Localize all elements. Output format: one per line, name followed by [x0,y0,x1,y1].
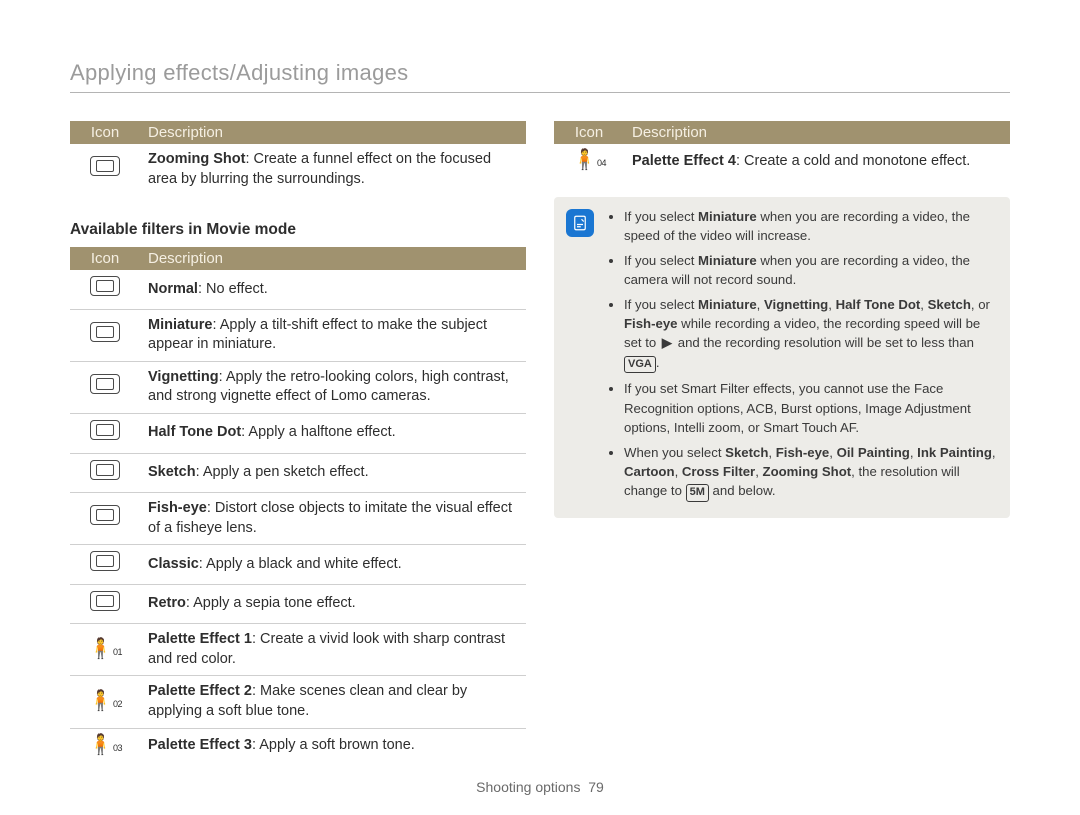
row-icon-cell [70,413,140,453]
row-icon-cell [70,584,140,624]
note-item: If you select Miniature when you are rec… [624,207,996,245]
th-desc: Description [140,247,526,270]
vga-icon: VGA [624,356,656,374]
halftone-icon [90,420,120,440]
row-icon-cell: 🧍04 [554,144,624,179]
row-icon-cell [70,545,140,585]
section-title: Applying effects/Adjusting images [70,60,1010,93]
table-row: 🧍04 Palette Effect 4: Create a cold and m… [554,144,1010,179]
row-desc-cell: Fish-eye: Distort close objects to imita… [140,493,526,545]
page-footer: Shooting options 79 [0,779,1080,795]
movie-filters-table: Icon Description Normal: No effect.Minia… [70,247,526,763]
row-desc-cell: Normal: No effect. [140,270,526,309]
normal-off-icon [90,276,120,296]
note-item: If you set Smart Filter effects, you can… [624,379,996,436]
zoom-shot-icon [90,156,120,176]
row-icon-cell [70,493,140,545]
table-row: 🧍02 Palette Effect 2: Make scenes clean a… [70,676,526,728]
table-row: Zooming Shot: Create a funnel effect on … [70,144,526,195]
row-icon-cell [70,270,140,309]
sketch-icon [90,460,120,480]
row-desc-cell: Half Tone Dot: Apply a halftone effect. [140,413,526,453]
row-desc-cell: Palette Effect 4: Create a cold and mono… [624,144,1010,179]
left-column: Icon Description Zooming Shot: Create a … [70,121,526,763]
note-item: If you select Miniature when you are rec… [624,251,996,289]
retro-icon [90,591,120,611]
note-box: If you select Miniature when you are rec… [554,197,1010,519]
row-desc-cell: Retro: Apply a sepia tone effect. [140,584,526,624]
row-desc-cell: Zooming Shot: Create a funnel effect on … [140,144,526,195]
note-list: If you select Miniature when you are rec… [610,207,996,503]
fisheye-icon [90,505,120,525]
row-icon-cell: 🧍01 [70,624,140,676]
palette3-icon: 🧍03 [88,734,122,756]
row-icon-cell: 🧍03 [70,728,140,763]
row-desc-cell: Miniature: Apply a tilt-shift effect to … [140,309,526,361]
palette4-icon: 🧍04 [572,149,606,171]
table-row: Fish-eye: Distort close objects to imita… [70,493,526,545]
table-row: 🧍01 Palette Effect 1: Create a vivid look… [70,624,526,676]
note-item: If you select Miniature, Vignetting, Hal… [624,295,996,373]
classic-icon [90,551,120,571]
right-column: Icon Description 🧍04 Palette Effect 4: Cr… [554,121,1010,763]
two-column-layout: Icon Description Zooming Shot: Create a … [70,121,1010,763]
table-row: Vignetting: Apply the retro-looking colo… [70,361,526,413]
palette2-icon: 🧍02 [88,690,122,712]
table-row: Retro: Apply a sepia tone effect. [70,584,526,624]
rec-speed-icon: ▶ [660,333,674,352]
table-row: 🧍03 Palette Effect 3: Apply a soft brown … [70,728,526,763]
note-info-icon [566,209,594,237]
row-desc-cell: Sketch: Apply a pen sketch effect. [140,453,526,493]
row-desc-cell: Palette Effect 2: Make scenes clean and … [140,676,526,728]
th-icon: Icon [70,247,140,270]
row-icon-cell [70,309,140,361]
th-icon: Icon [554,121,624,144]
footer-label: Shooting options [476,779,580,795]
table-row: Classic: Apply a black and white effect. [70,545,526,585]
miniature-icon [90,322,120,342]
5m-icon: 5M [686,484,709,502]
table-row: Half Tone Dot: Apply a halftone effect. [70,413,526,453]
th-desc: Description [140,121,526,144]
right-top-table: Icon Description 🧍04 Palette Effect 4: Cr… [554,121,1010,179]
row-desc-cell: Vignetting: Apply the retro-looking colo… [140,361,526,413]
row-desc-cell: Palette Effect 3: Apply a soft brown ton… [140,728,526,763]
vignetting-icon [90,374,120,394]
th-icon: Icon [70,121,140,144]
row-icon-cell [70,361,140,413]
top-filters-table: Icon Description Zooming Shot: Create a … [70,121,526,195]
note-item: When you select Sketch, Fish-eye, Oil Pa… [624,443,996,502]
row-desc-cell: Palette Effect 1: Create a vivid look wi… [140,624,526,676]
row-icon-cell [70,144,140,195]
th-desc: Description [624,121,1010,144]
palette1-icon: 🧍01 [88,638,122,660]
row-desc-cell: Classic: Apply a black and white effect. [140,545,526,585]
table-row: Miniature: Apply a tilt-shift effect to … [70,309,526,361]
table-row: Sketch: Apply a pen sketch effect. [70,453,526,493]
footer-page: 79 [588,779,604,795]
movie-filters-heading: Available filters in Movie mode [70,221,526,239]
row-icon-cell [70,453,140,493]
table-row: Normal: No effect. [70,270,526,309]
row-icon-cell: 🧍02 [70,676,140,728]
